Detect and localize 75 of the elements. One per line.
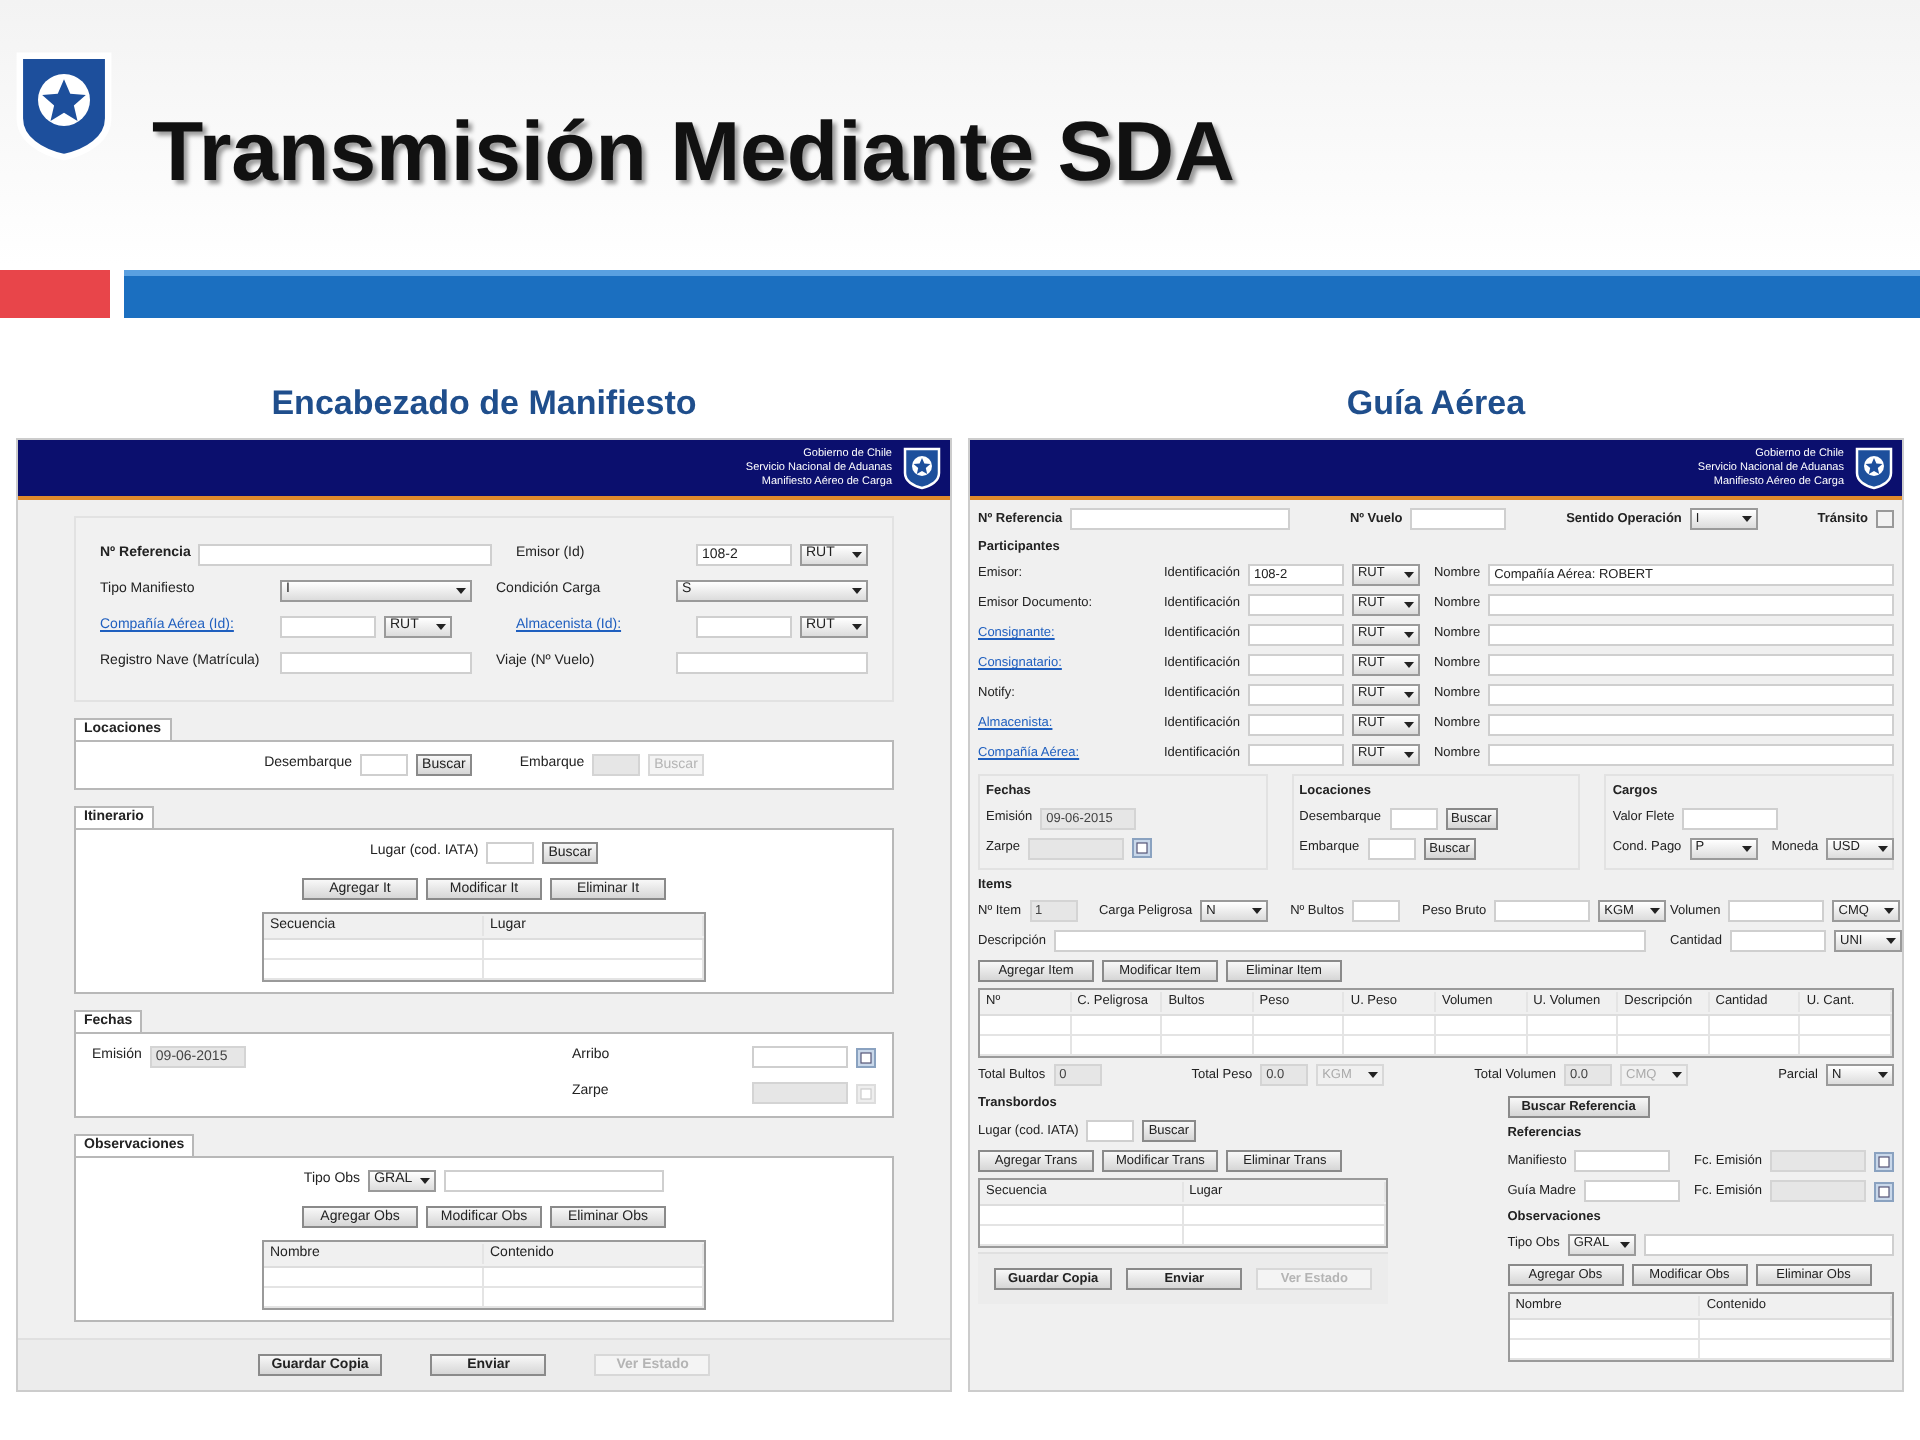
caret-icon <box>1403 691 1414 698</box>
caret-icon <box>1884 908 1895 915</box>
caret-icon <box>852 552 862 558</box>
input-field[interactable] <box>752 1046 848 1068</box>
input-field[interactable] <box>1086 1120 1135 1142</box>
calendar-icon <box>1878 1155 1890 1167</box>
input-field[interactable] <box>1247 653 1344 676</box>
input-field[interactable] <box>1643 1233 1894 1256</box>
input-field[interactable] <box>1247 743 1344 766</box>
caret-icon <box>1403 601 1414 608</box>
caret-icon <box>1741 516 1752 522</box>
accent-bar <box>0 270 110 318</box>
panel-caption: Encabezado de Manifiesto <box>269 382 699 426</box>
input-field[interactable] <box>1584 1180 1681 1202</box>
caret-icon <box>1650 908 1661 915</box>
caret-icon <box>1403 721 1414 728</box>
input-field[interactable] <box>1488 653 1894 676</box>
checkbox[interactable] <box>1876 510 1894 528</box>
input-field[interactable] <box>1682 807 1779 829</box>
input-field[interactable] <box>1488 683 1894 706</box>
input-field[interactable] <box>1367 837 1416 859</box>
input-field[interactable] <box>1247 713 1344 736</box>
input-field[interactable] <box>1247 593 1344 616</box>
input-field[interactable] <box>360 754 409 776</box>
input-field[interactable] <box>444 1170 665 1192</box>
input-field[interactable] <box>1488 593 1894 616</box>
caret-icon <box>1877 1072 1888 1079</box>
shield-logo-icon <box>902 446 942 490</box>
input-field[interactable] <box>486 842 535 864</box>
input-field[interactable] <box>198 544 492 566</box>
caret-icon <box>1878 845 1889 851</box>
caret-icon <box>1886 938 1897 945</box>
input-field[interactable] <box>280 652 472 674</box>
calendar-icon <box>860 1087 872 1099</box>
caret-icon <box>852 624 862 630</box>
input-field[interactable] <box>280 616 376 638</box>
input-field[interactable] <box>1352 900 1401 923</box>
input-field[interactable] <box>1728 900 1825 923</box>
caret-icon <box>852 588 862 594</box>
caret-icon <box>420 1178 431 1184</box>
input-field[interactable] <box>1488 743 1894 766</box>
caret-icon <box>436 624 446 630</box>
input-field[interactable] <box>696 616 792 638</box>
calendar-button[interactable] <box>1131 838 1152 858</box>
calendar-icon <box>860 1051 872 1063</box>
shield-logo-icon <box>1854 446 1894 490</box>
input-field[interactable] <box>676 652 868 674</box>
input-field[interactable] <box>1410 508 1507 530</box>
caret-icon <box>1741 845 1752 851</box>
caret-icon <box>1403 631 1414 638</box>
slide-title: Transmisión Mediante SDA <box>152 101 1235 201</box>
input-field[interactable] <box>1053 930 1646 953</box>
input-field[interactable] <box>1247 623 1344 646</box>
caret-icon <box>1619 1241 1630 1248</box>
panel-caption: Guía Aérea <box>1344 382 1528 426</box>
caret-icon <box>1403 571 1414 578</box>
calendar-icon <box>1878 1185 1890 1197</box>
input-field[interactable] <box>1488 713 1894 736</box>
input-field[interactable] <box>1494 900 1591 923</box>
caret-icon <box>456 588 466 594</box>
calendar-button[interactable] <box>856 1047 876 1067</box>
calendar-button[interactable] <box>1874 1181 1894 1201</box>
calendar-button[interactable] <box>1874 1151 1894 1171</box>
caret-icon <box>1368 1072 1379 1079</box>
caret-icon <box>1252 908 1263 915</box>
input-field[interactable] <box>1730 930 1827 953</box>
input-field[interactable] <box>1574 1150 1671 1172</box>
input-field[interactable] <box>1070 508 1291 530</box>
caret-icon <box>1672 1072 1682 1079</box>
input-field[interactable] <box>1389 807 1437 829</box>
input-field[interactable] <box>1247 683 1344 706</box>
input-field[interactable] <box>1488 623 1894 646</box>
calendar-icon <box>1135 842 1148 854</box>
caret-icon <box>1403 661 1414 668</box>
caret-icon <box>1403 751 1414 758</box>
